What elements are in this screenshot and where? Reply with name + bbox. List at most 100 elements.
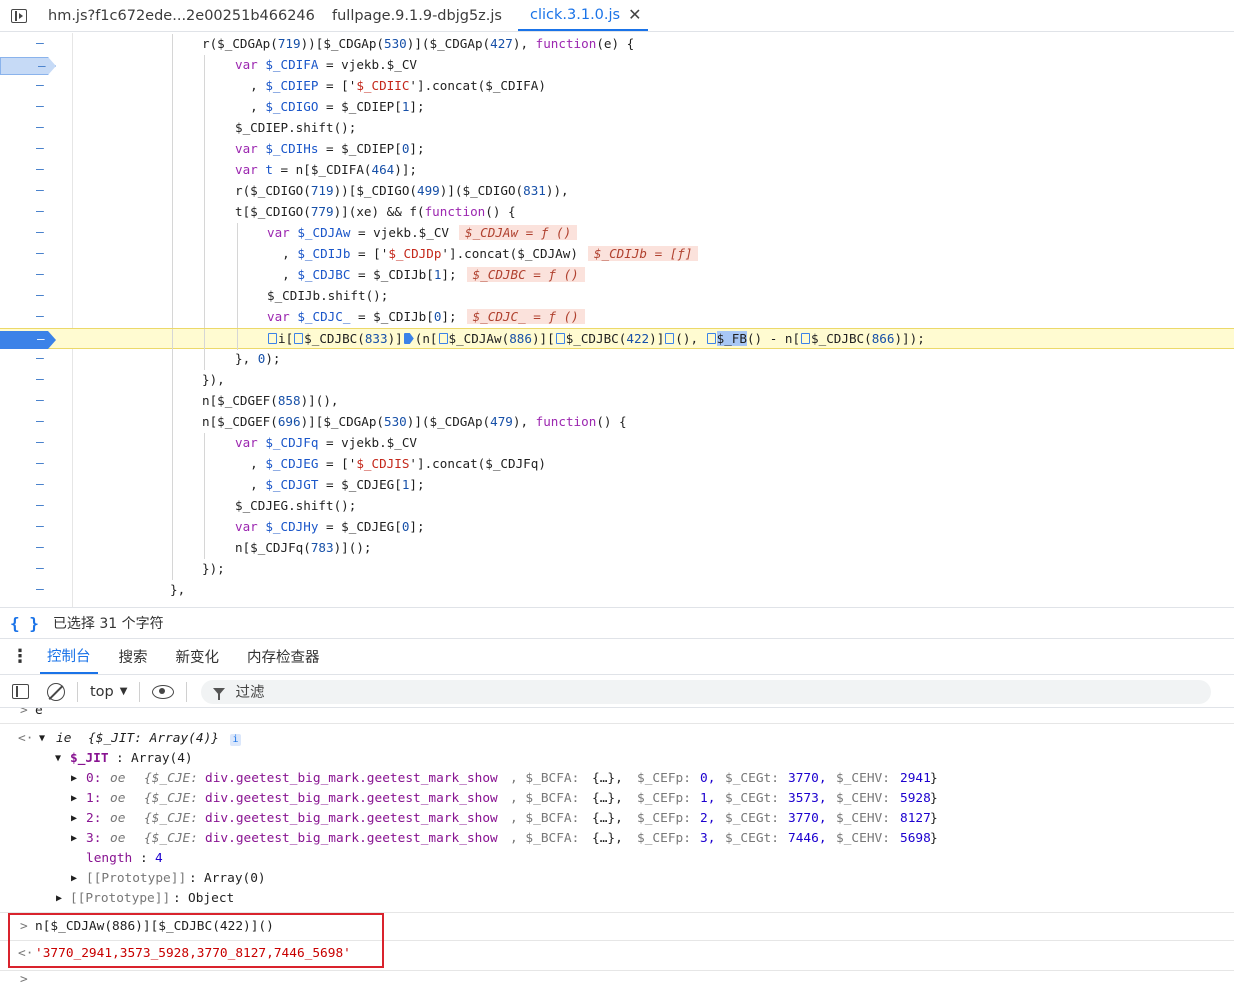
console-object-ie[interactable]: <· ▼ ie {$_JIT: Array(4)} i [0, 730, 1234, 750]
gutter-marker[interactable]: – [36, 225, 44, 240]
info-icon[interactable]: i [230, 734, 241, 746]
expand-arrow-icon[interactable]: ▶ [71, 873, 77, 884]
live-expression-eye-icon[interactable] [152, 684, 175, 699]
gutter-marker[interactable]: – [36, 36, 44, 51]
code-line[interactable]: – var $_CDIHs = $_CDIEP[0]; [0, 139, 1234, 160]
inline-breakpoint-icon[interactable] [294, 333, 304, 344]
indent-guide [172, 223, 173, 244]
gutter-marker[interactable]: – [36, 498, 44, 513]
breakpoint-marker[interactable]: – [0, 331, 56, 349]
code-line[interactable]: – var $_CDJAw = vjekb.$_CV $_CDJAw = ƒ () [0, 223, 1234, 244]
code-line[interactable]: – var $_CDJC_ = $_CDIJb[0]; $_CDJC_ = ƒ () [0, 307, 1234, 328]
tab-fullpage-js[interactable]: fullpage.9.1.9-dbjg5z.js [320, 0, 518, 31]
console-array-item[interactable]: ▶ 3: oe {$_CJE: div.geetest_big_mark.geetes… [0, 830, 1234, 850]
indent-guide [204, 97, 205, 118]
gutter-marker[interactable]: – [36, 78, 44, 93]
code-line[interactable]: – n[$_CDGEF(858)](), [0, 391, 1234, 412]
code-line[interactable]: – var $_CDJHy = $_CDJEG[0]; [0, 517, 1234, 538]
code-line[interactable]: – , $_CDIGO = $_CDIEP[1]; [0, 97, 1234, 118]
inline-breakpoint-icon[interactable] [268, 333, 277, 344]
code-line[interactable]: –}); [0, 559, 1234, 580]
gutter-marker[interactable]: – [36, 120, 44, 135]
code-line-paused[interactable]: – i[$_CDJBC(833)] (n[$_CDJAw(886)][$_CDJBC… [0, 328, 1234, 350]
tab-search[interactable]: 搜索 [112, 639, 155, 674]
code-editor[interactable]: – r($_CDGAp(719))[$_CDGAp(530)]($_CDGAp(4… [0, 33, 1234, 607]
gutter-marker[interactable]: – [36, 372, 44, 387]
console-prompt[interactable]: > [0, 971, 1234, 983]
gutter-marker[interactable]: – [36, 393, 44, 408]
tab-console[interactable]: 控制台 [40, 639, 98, 674]
collapse-arrow-icon[interactable]: ▼ [55, 753, 61, 764]
inline-breakpoint-icon[interactable] [555, 333, 565, 344]
filter-input[interactable]: 过滤 [201, 679, 1212, 704]
code-line[interactable]: – $_CDIEP.shift(); [0, 118, 1234, 139]
code-line[interactable]: –}, 0); [0, 349, 1234, 370]
code-line[interactable]: – var t = n[$_CDIFA(464)]; [0, 160, 1234, 181]
tab-hm-js[interactable]: hm.js?f1c672ede...2e00251b466246 [38, 0, 320, 31]
expand-arrow-icon[interactable]: ▶ [71, 813, 77, 824]
code-line[interactable]: – , $_CDJGT = $_CDJEG[1]; [0, 475, 1234, 496]
expand-arrow-icon[interactable]: ▶ [71, 793, 77, 804]
gutter-marker[interactable]: – [36, 246, 44, 261]
more-options-icon[interactable]: ⋮ [0, 639, 40, 674]
gutter-marker[interactable]: – [36, 582, 44, 597]
code-line[interactable]: – $_CDJEG.shift(); [0, 496, 1234, 517]
tab-memory-inspector[interactable]: 内存检查器 [240, 639, 327, 674]
code-line[interactable]: –}), [0, 370, 1234, 391]
gutter-marker[interactable]: – [36, 561, 44, 576]
gutter-marker[interactable]: – [36, 351, 44, 366]
expand-arrow-icon[interactable]: ▶ [71, 833, 77, 844]
inline-breakpoint-icon[interactable] [438, 333, 448, 344]
code-line[interactable]: – $_CDIJb.shift(); [0, 286, 1234, 307]
pretty-print-icon[interactable]: { } [10, 614, 39, 633]
code-line[interactable]: – t[$_CDIGO(779)](xe) && f(function() { [0, 202, 1234, 223]
expand-arrow-icon[interactable]: ▶ [56, 893, 62, 904]
gutter-marker[interactable]: – [36, 477, 44, 492]
code-text: var t = n[$_CDIFA(464)]; [235, 162, 418, 177]
code-line[interactable]: – , $_CDIJb = ['$_CDJDp'].concat($_CDJAw… [0, 244, 1234, 265]
inline-breakpoint-icon[interactable] [801, 333, 811, 344]
conditional-breakpoint-marker[interactable]: – [0, 57, 56, 75]
gutter-marker[interactable]: – [36, 309, 44, 324]
clear-console-icon[interactable] [47, 682, 65, 701]
console-array-item[interactable]: ▶ 0: oe {$_CJE: div.geetest_big_mark.geetes… [0, 770, 1234, 790]
gutter-marker[interactable]: – [36, 540, 44, 555]
toggle-navigator-button[interactable] [0, 0, 38, 31]
console-sidebar-icon[interactable] [12, 684, 29, 699]
gutter-marker[interactable]: – [36, 162, 44, 177]
gutter-marker[interactable]: – [36, 99, 44, 114]
inline-breakpoint-active-icon[interactable] [403, 333, 414, 344]
gutter-marker[interactable]: – [36, 141, 44, 156]
console-array-item[interactable]: ▶ 2: oe {$_CJE: div.geetest_big_mark.geetes… [0, 810, 1234, 830]
gutter-marker[interactable]: – [36, 519, 44, 534]
gutter-marker[interactable]: – [36, 267, 44, 282]
close-tab-icon[interactable]: ✕ [628, 5, 641, 24]
inline-breakpoint-icon[interactable] [665, 333, 675, 344]
code-line[interactable]: – n[$_CDJFq(783)](); [0, 538, 1234, 559]
inline-breakpoint-icon[interactable] [706, 333, 716, 344]
gutter-marker[interactable]: – [36, 435, 44, 450]
console-array-item[interactable]: ▶ 1: oe {$_CJE: div.geetest_big_mark.geetes… [0, 790, 1234, 810]
console-proto-array[interactable]: ▶ [[Prototype]]: Array(0) [0, 870, 1234, 890]
expand-arrow-icon[interactable]: ▶ [71, 773, 77, 784]
console-proto-object[interactable]: ▶ [[Prototype]]: Object [0, 890, 1234, 910]
console-jit-array[interactable]: ▼ $_JIT: Array(4) [0, 750, 1234, 770]
context-selector[interactable]: top ▼ [90, 684, 127, 700]
gutter-marker[interactable]: – [36, 288, 44, 303]
gutter-marker[interactable]: – [36, 414, 44, 429]
tab-click-js[interactable]: click.3.1.0.js ✕ [518, 0, 648, 31]
code-line[interactable]: – r($_CDGAp(719))[$_CDGAp(530)]($_CDGAp(4… [0, 34, 1234, 55]
tab-whats-new[interactable]: 新变化 [169, 639, 227, 674]
code-line[interactable]: – , $_CDJBC = $_CDIJb[1]; $_CDJBC = ƒ () [0, 265, 1234, 286]
code-line[interactable]: –}, [0, 580, 1234, 601]
code-line[interactable]: – , $_CDJEG = ['$_CDJIS'].concat($_CDJFq… [0, 454, 1234, 475]
code-line[interactable]: – , $_CDIEP = ['$_CDIIC'].concat($_CDIFA… [0, 76, 1234, 97]
code-line[interactable]: – r($_CDIGO(719))[$_CDIGO(499)]($_CDIGO(8… [0, 181, 1234, 202]
gutter-marker[interactable]: – [36, 183, 44, 198]
gutter-marker[interactable]: – [36, 456, 44, 471]
collapse-arrow-icon[interactable]: ▼ [39, 733, 45, 744]
code-line[interactable]: – var $_CDJFq = vjekb.$_CV [0, 433, 1234, 454]
code-line[interactable]: – var $_CDIFA = vjekb.$_CV [0, 55, 1234, 76]
gutter-marker[interactable]: – [36, 204, 44, 219]
code-line[interactable]: – n[$_CDGEF(696)][$_CDGAp(530)]($_CDGAp(4… [0, 412, 1234, 433]
